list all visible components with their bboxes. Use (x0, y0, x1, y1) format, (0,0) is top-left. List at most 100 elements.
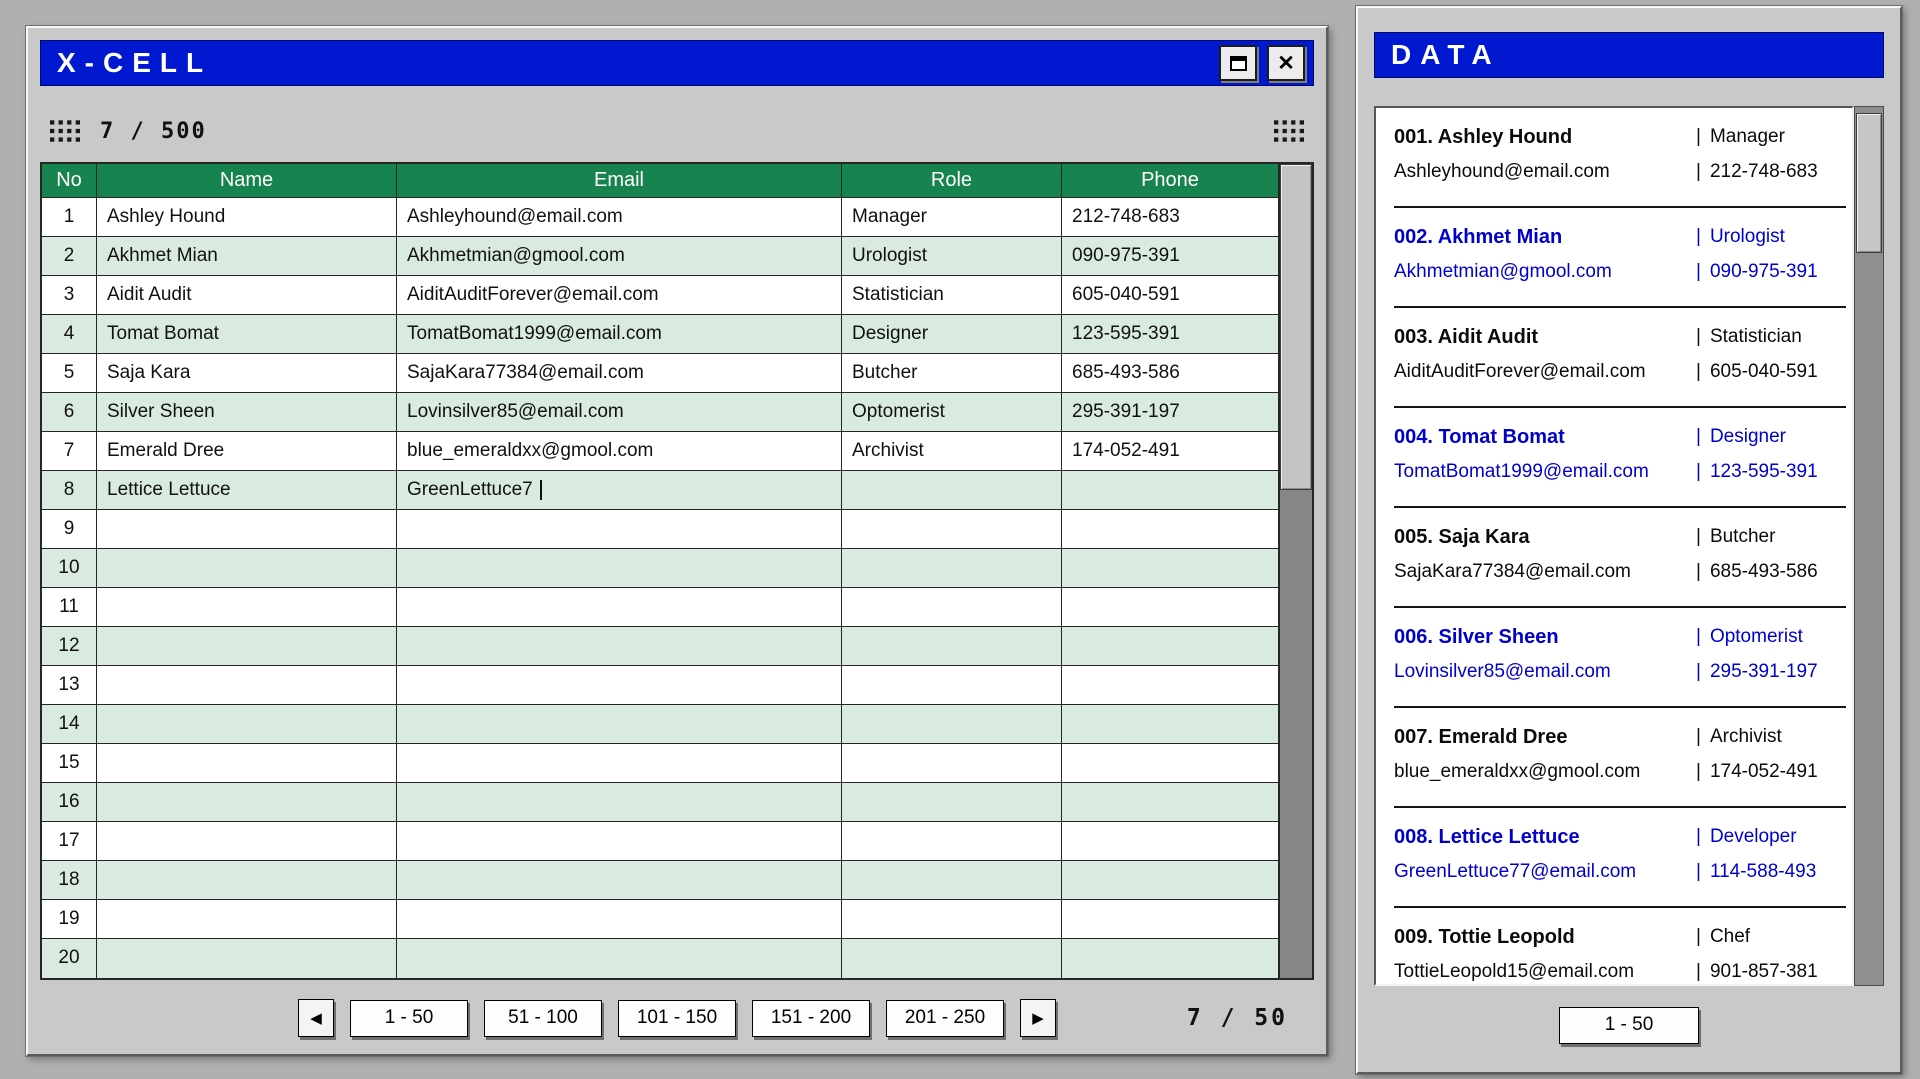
cell-role[interactable] (842, 549, 1062, 588)
cell-email[interactable] (397, 822, 842, 861)
cell-name[interactable]: Aidit Audit (97, 276, 397, 315)
cell-role[interactable]: Butcher (842, 354, 1062, 393)
cell-name[interactable] (97, 627, 397, 666)
cell-email[interactable]: GreenLettuce7 (397, 471, 842, 510)
cell-phone[interactable] (1062, 900, 1278, 939)
cell-name[interactable]: Silver Sheen (97, 393, 397, 432)
cell-phone[interactable] (1062, 471, 1278, 510)
maximize-button[interactable] (1219, 45, 1257, 81)
page-range-button[interactable]: 201 - 250 (886, 1000, 1004, 1037)
data-scrollbar[interactable] (1854, 106, 1884, 986)
cell-phone[interactable]: 605-040-591 (1062, 276, 1278, 315)
cell-row-number[interactable]: 3 (42, 276, 97, 315)
xcell-titlebar[interactable]: X-CELL ✕ (40, 40, 1314, 86)
cell-email[interactable]: blue_emeraldxx@gmool.com (397, 432, 842, 471)
cell-name[interactable]: Ashley Hound (97, 198, 397, 237)
cell-role[interactable] (842, 666, 1062, 705)
cell-row-number[interactable]: 15 (42, 744, 97, 783)
cell-name[interactable]: Lettice Lettuce (97, 471, 397, 510)
cell-role[interactable]: Archivist (842, 432, 1062, 471)
data-entry[interactable]: 008. Lettice Lettuce |Developer GreenLet… (1394, 808, 1846, 908)
column-header-phone[interactable]: Phone (1062, 164, 1278, 198)
cell-email[interactable] (397, 783, 842, 822)
cell-email[interactable]: Ashleyhound@email.com (397, 198, 842, 237)
cell-email[interactable]: TomatBomat1999@email.com (397, 315, 842, 354)
cell-role[interactable]: Manager (842, 198, 1062, 237)
cell-name[interactable] (97, 783, 397, 822)
cell-name[interactable] (97, 588, 397, 627)
cell-phone[interactable] (1062, 510, 1278, 549)
cell-role[interactable] (842, 783, 1062, 822)
cell-phone[interactable] (1062, 744, 1278, 783)
data-entry[interactable]: 001. Ashley Hound |Manager Ashleyhound@e… (1394, 108, 1846, 208)
cell-phone[interactable]: 123-595-391 (1062, 315, 1278, 354)
cell-name[interactable] (97, 705, 397, 744)
cell-row-number[interactable]: 20 (42, 939, 97, 978)
cell-email[interactable] (397, 744, 842, 783)
page-range-button[interactable]: 151 - 200 (752, 1000, 870, 1037)
cell-phone[interactable]: 685-493-586 (1062, 354, 1278, 393)
cell-row-number[interactable]: 7 (42, 432, 97, 471)
cell-name[interactable] (97, 666, 397, 705)
cell-name[interactable] (97, 939, 397, 978)
cell-row-number[interactable]: 2 (42, 237, 97, 276)
cell-name[interactable]: Saja Kara (97, 354, 397, 393)
cell-role[interactable] (842, 861, 1062, 900)
data-entry[interactable]: 009. Tottie Leopold |Chef TottieLeopold1… (1394, 908, 1846, 986)
cell-row-number[interactable]: 8 (42, 471, 97, 510)
table-scrollbar-thumb[interactable] (1280, 164, 1312, 490)
table-scrollbar[interactable] (1278, 164, 1312, 978)
cell-role[interactable] (842, 510, 1062, 549)
cell-row-number[interactable]: 13 (42, 666, 97, 705)
column-header-no[interactable]: No (42, 164, 97, 198)
cell-role[interactable]: Statistician (842, 276, 1062, 315)
data-titlebar[interactable]: DATA (1374, 32, 1884, 78)
cell-row-number[interactable]: 17 (42, 822, 97, 861)
cell-role[interactable] (842, 939, 1062, 978)
cell-email[interactable] (397, 705, 842, 744)
cell-row-number[interactable]: 10 (42, 549, 97, 588)
cell-phone[interactable] (1062, 588, 1278, 627)
cell-phone[interactable] (1062, 861, 1278, 900)
column-header-name[interactable]: Name (97, 164, 397, 198)
cell-row-number[interactable]: 19 (42, 900, 97, 939)
data-scrollbar-thumb[interactable] (1856, 113, 1882, 253)
cell-row-number[interactable]: 5 (42, 354, 97, 393)
cell-email[interactable] (397, 549, 842, 588)
cell-phone[interactable]: 174-052-491 (1062, 432, 1278, 471)
cell-email[interactable] (397, 900, 842, 939)
grid-handle-icon[interactable] (1274, 120, 1304, 142)
cell-row-number[interactable]: 16 (42, 783, 97, 822)
cell-phone[interactable]: 212-748-683 (1062, 198, 1278, 237)
cell-name[interactable]: Akhmet Mian (97, 237, 397, 276)
cell-phone[interactable] (1062, 627, 1278, 666)
cell-role[interactable] (842, 822, 1062, 861)
data-page-button[interactable]: 1 - 50 (1559, 1007, 1699, 1044)
cell-phone[interactable]: 090-975-391 (1062, 237, 1278, 276)
cell-row-number[interactable]: 4 (42, 315, 97, 354)
cell-email[interactable] (397, 939, 842, 978)
cell-email[interactable] (397, 627, 842, 666)
cell-email[interactable]: Akhmetmian@gmool.com (397, 237, 842, 276)
column-header-role[interactable]: Role (842, 164, 1062, 198)
cell-role[interactable] (842, 744, 1062, 783)
cell-role[interactable] (842, 705, 1062, 744)
cell-email[interactable]: AiditAuditForever@email.com (397, 276, 842, 315)
cell-row-number[interactable]: 12 (42, 627, 97, 666)
grid-handle-icon[interactable] (50, 120, 80, 142)
column-header-email[interactable]: Email (397, 164, 842, 198)
cell-name[interactable] (97, 900, 397, 939)
cell-role[interactable] (842, 588, 1062, 627)
cell-role[interactable] (842, 627, 1062, 666)
cell-phone[interactable] (1062, 705, 1278, 744)
page-range-button[interactable]: 101 - 150 (618, 1000, 736, 1037)
cell-phone[interactable]: 295-391-197 (1062, 393, 1278, 432)
close-button[interactable]: ✕ (1267, 45, 1305, 81)
cell-email[interactable] (397, 510, 842, 549)
data-entry[interactable]: 007. Emerald Dree |Archivist blue_emeral… (1394, 708, 1846, 808)
data-entry[interactable]: 004. Tomat Bomat |Designer TomatBomat199… (1394, 408, 1846, 508)
next-page-button[interactable]: ▶ (1020, 999, 1056, 1037)
cell-row-number[interactable]: 1 (42, 198, 97, 237)
cell-row-number[interactable]: 11 (42, 588, 97, 627)
prev-page-button[interactable]: ◀ (298, 999, 334, 1037)
